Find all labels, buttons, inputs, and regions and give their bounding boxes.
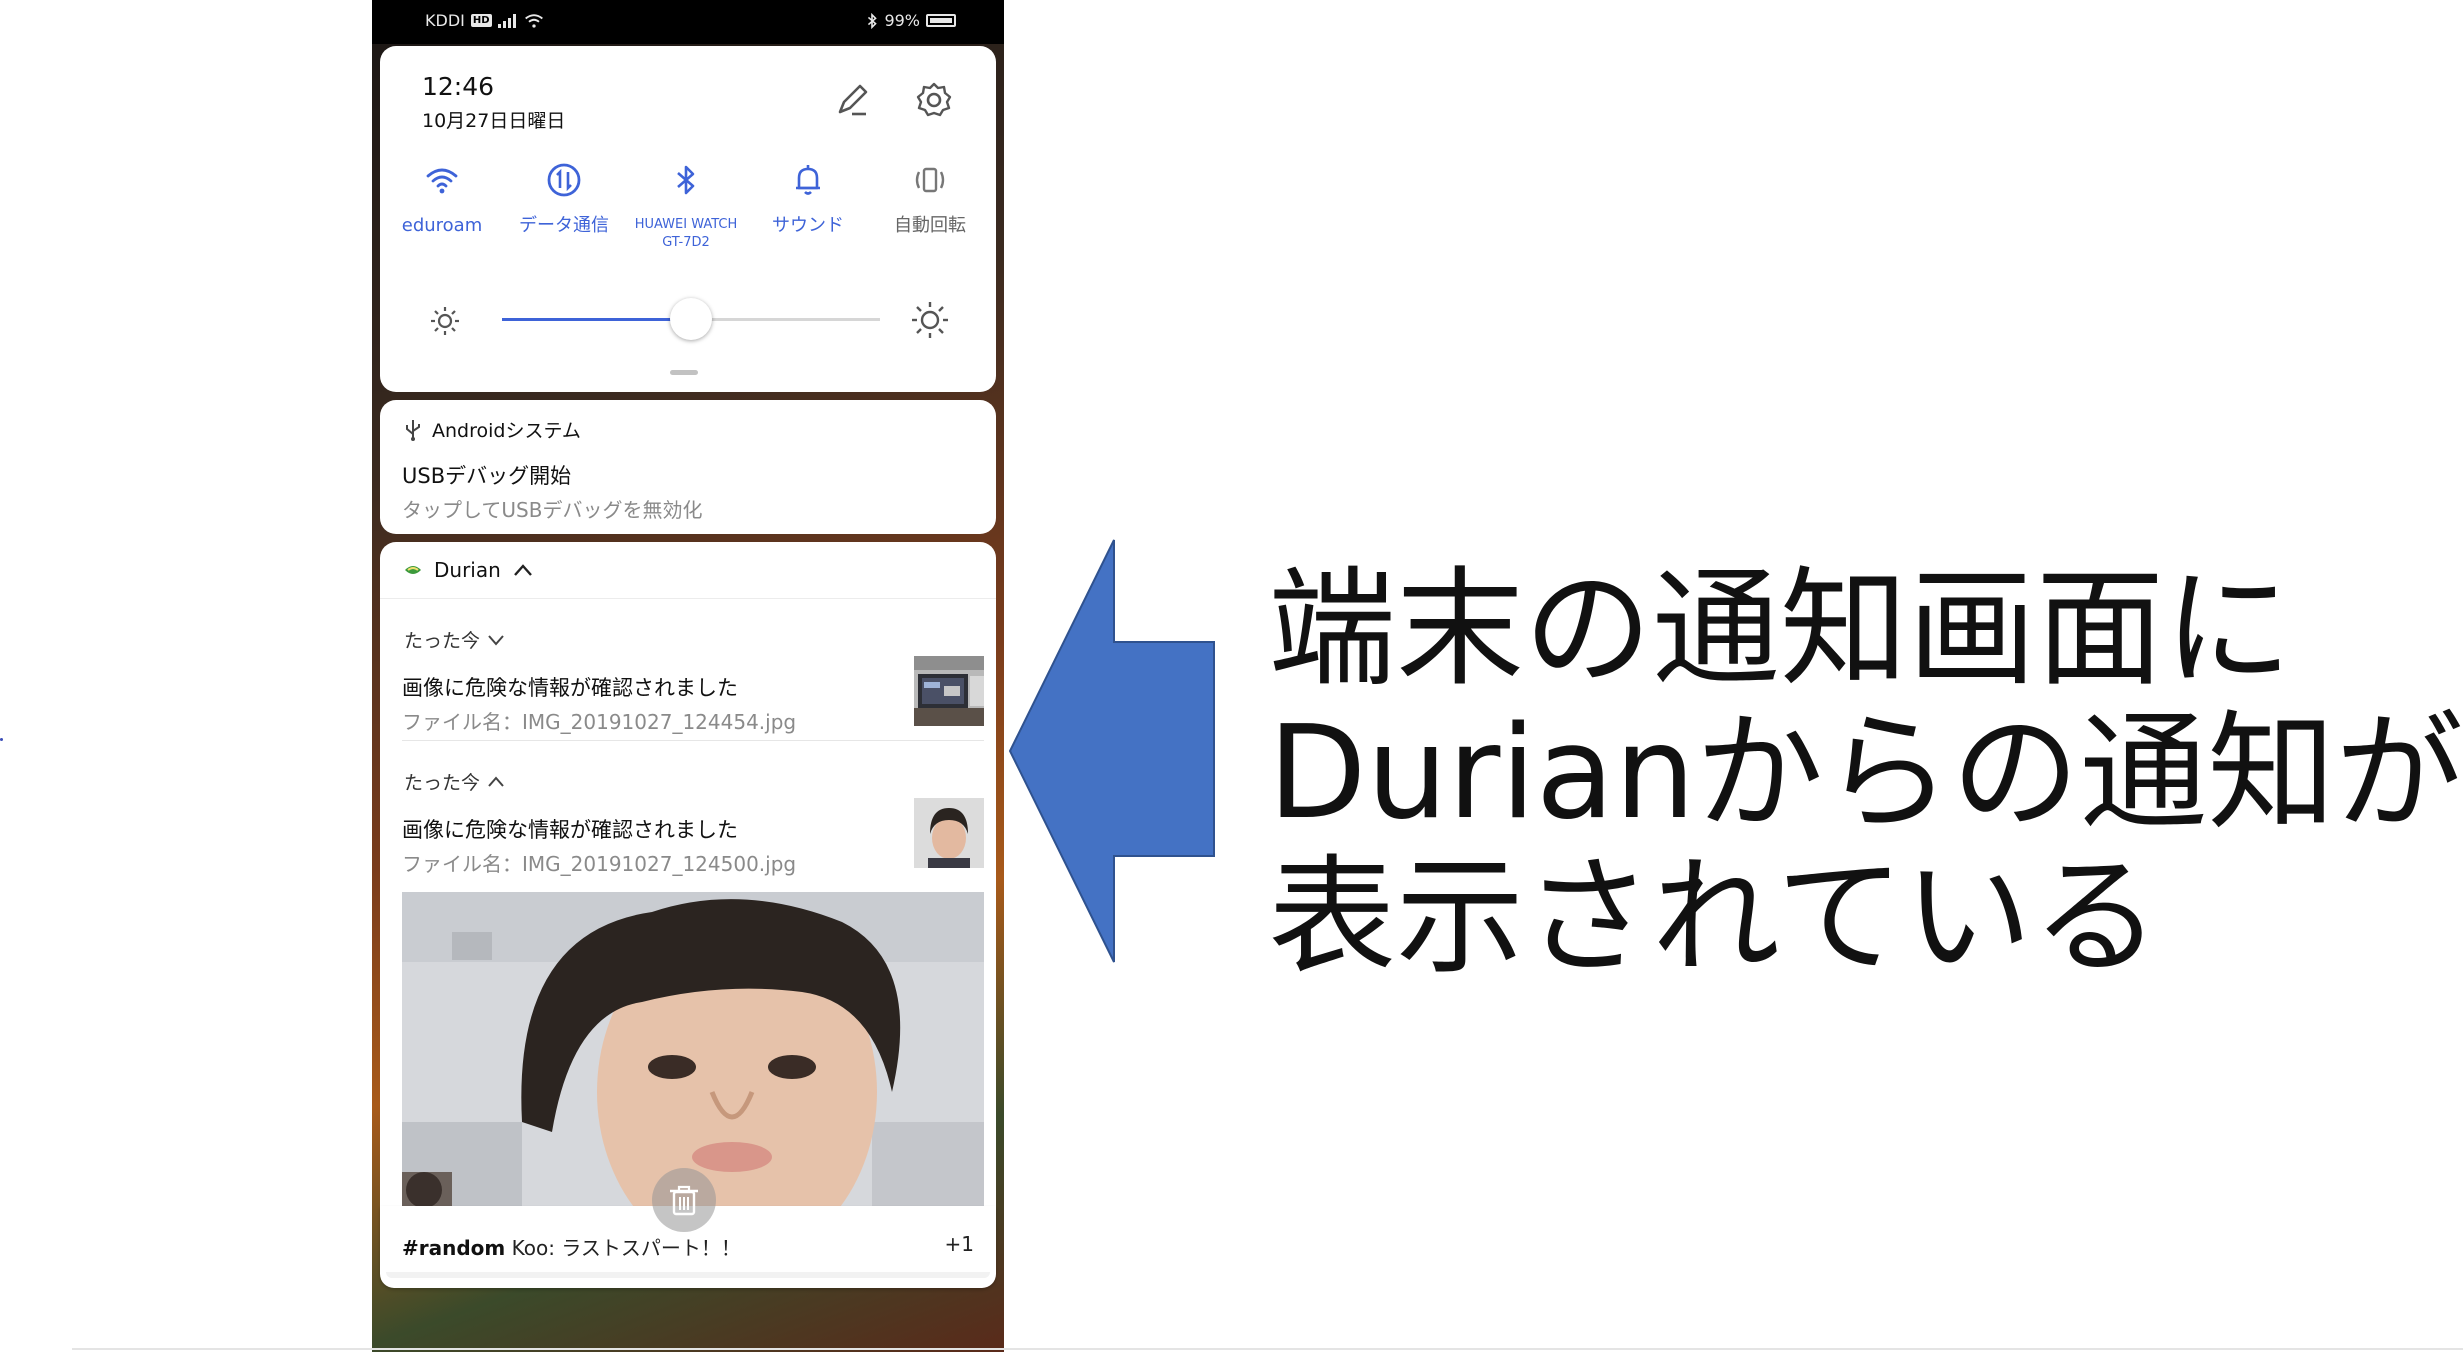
notification-title: USBデバッグ開始 xyxy=(402,464,572,488)
panel-drag-handle[interactable] xyxy=(670,370,698,375)
phone-screen: KDDI HD 99% 12:46 10月27日日曜日 eduroam データ通… xyxy=(372,0,1004,1352)
notification-body: タップしてUSBデバッグを無効化 xyxy=(402,498,703,522)
divider xyxy=(402,740,984,741)
clock-date: 10月27日日曜日 xyxy=(422,110,566,132)
chevron-down-icon[interactable] xyxy=(486,633,506,647)
notification-body: ファイル名：IMG_20191027_124500.jpg xyxy=(402,852,797,876)
caption-line: 表示されている xyxy=(1268,843,2161,992)
caption-line: Durianからの通知が xyxy=(1268,699,2463,848)
battery-percent: 99% xyxy=(884,11,920,30)
clock-time: 12:46 xyxy=(422,72,495,101)
timestamp-row[interactable]: たった今 xyxy=(404,626,506,653)
chevron-up-icon[interactable] xyxy=(486,775,506,789)
slack-count: +1 xyxy=(944,1232,974,1256)
brightness-slider-thumb[interactable] xyxy=(670,298,712,340)
tile-label: データ通信 xyxy=(519,215,609,236)
brightness-slider-fill xyxy=(502,318,691,321)
tile-bluetooth[interactable]: HUAWEI WATCH GT-7D2 xyxy=(624,158,748,252)
settings-gear-icon[interactable] xyxy=(912,78,956,122)
durian-app-icon xyxy=(405,566,421,574)
battery-icon xyxy=(926,14,956,27)
timestamp: たった今 xyxy=(404,630,481,652)
edit-pencil-icon[interactable] xyxy=(830,78,874,122)
slide-bottom-rule xyxy=(72,1348,2463,1350)
tile-label: HUAWEI WATCH GT-7D2 xyxy=(634,217,738,250)
notification-android-system[interactable]: Androidシステム USBデバッグ開始 タップしてUSBデバッグを無効化 xyxy=(380,400,996,534)
tile-auto-rotate[interactable]: 自動回転 xyxy=(868,158,992,236)
thumbnail-image xyxy=(914,798,984,868)
brightness-high-icon xyxy=(912,302,948,338)
divider xyxy=(380,598,996,599)
auto-rotate-icon xyxy=(915,167,945,193)
tile-sound[interactable]: サウンド xyxy=(746,158,870,236)
notification-app-name: Durian xyxy=(434,558,501,582)
tile-label: eduroam xyxy=(401,215,483,236)
notification-stack-edge xyxy=(386,1272,990,1278)
notification-app-row: Androidシステム xyxy=(404,416,581,443)
pointer-arrow-icon xyxy=(1008,539,1215,963)
stray-dot xyxy=(0,738,3,741)
timestamp-row[interactable]: たった今 xyxy=(404,768,506,795)
trash-icon xyxy=(670,1185,698,1216)
notification-body: ファイル名：IMG_20191027_124454.jpg xyxy=(402,710,797,734)
tile-wifi[interactable]: eduroam xyxy=(380,158,504,236)
notification-title: 画像に危険な情報が確認されました xyxy=(402,676,738,700)
wifi-icon xyxy=(426,168,458,194)
carrier-label: KDDI xyxy=(425,11,465,30)
hd-badge: HD xyxy=(470,14,492,27)
chevron-up-icon[interactable] xyxy=(513,563,533,577)
tile-label: サウンド xyxy=(772,215,844,236)
notification-app-row[interactable]: Durian xyxy=(404,558,533,582)
slide: KDDI HD 99% 12:46 10月27日日曜日 eduroam データ通… xyxy=(0,0,2463,1352)
bluetooth-status-icon xyxy=(868,12,878,29)
quick-settings-panel: 12:46 10月27日日曜日 eduroam データ通信 HUAWEI WAT… xyxy=(380,46,996,392)
timestamp: たった今 xyxy=(404,772,481,794)
bell-icon xyxy=(796,165,820,195)
delete-notification-button[interactable] xyxy=(652,1168,716,1232)
notification-durian[interactable]: Durian たった今 画像に危険な情報が確認されました ファイル名：IMG_2… xyxy=(380,542,996,1230)
usb-icon xyxy=(406,419,420,441)
signal-icon xyxy=(497,13,516,28)
wifi-status-icon xyxy=(524,13,543,28)
status-right: 99% xyxy=(866,11,956,30)
tile-label: 自動回転 xyxy=(894,215,966,236)
slack-message: Koo: ラストスパート！！ xyxy=(511,1236,741,1260)
notification-title: 画像に危険な情報が確認されました xyxy=(402,818,738,842)
thumbnail-image xyxy=(914,656,984,726)
tile-mobile-data[interactable]: データ通信 xyxy=(502,158,626,236)
mobile-data-icon xyxy=(547,163,581,197)
brightness-low-icon xyxy=(431,307,459,335)
slack-message-row: #random Koo: ラストスパート！！ xyxy=(402,1232,741,1261)
slack-channel: #random xyxy=(402,1236,506,1260)
bluetooth-icon xyxy=(677,165,695,195)
status-left: KDDI HD xyxy=(425,11,544,30)
annotation-caption: 端末の通知画面に Durianからの通知が 表示されている xyxy=(1268,558,2463,990)
status-bar: KDDI HD 99% xyxy=(372,0,1004,44)
caption-line: 端末の通知画面に xyxy=(1268,555,2293,704)
notification-app-name: Androidシステム xyxy=(432,420,581,442)
